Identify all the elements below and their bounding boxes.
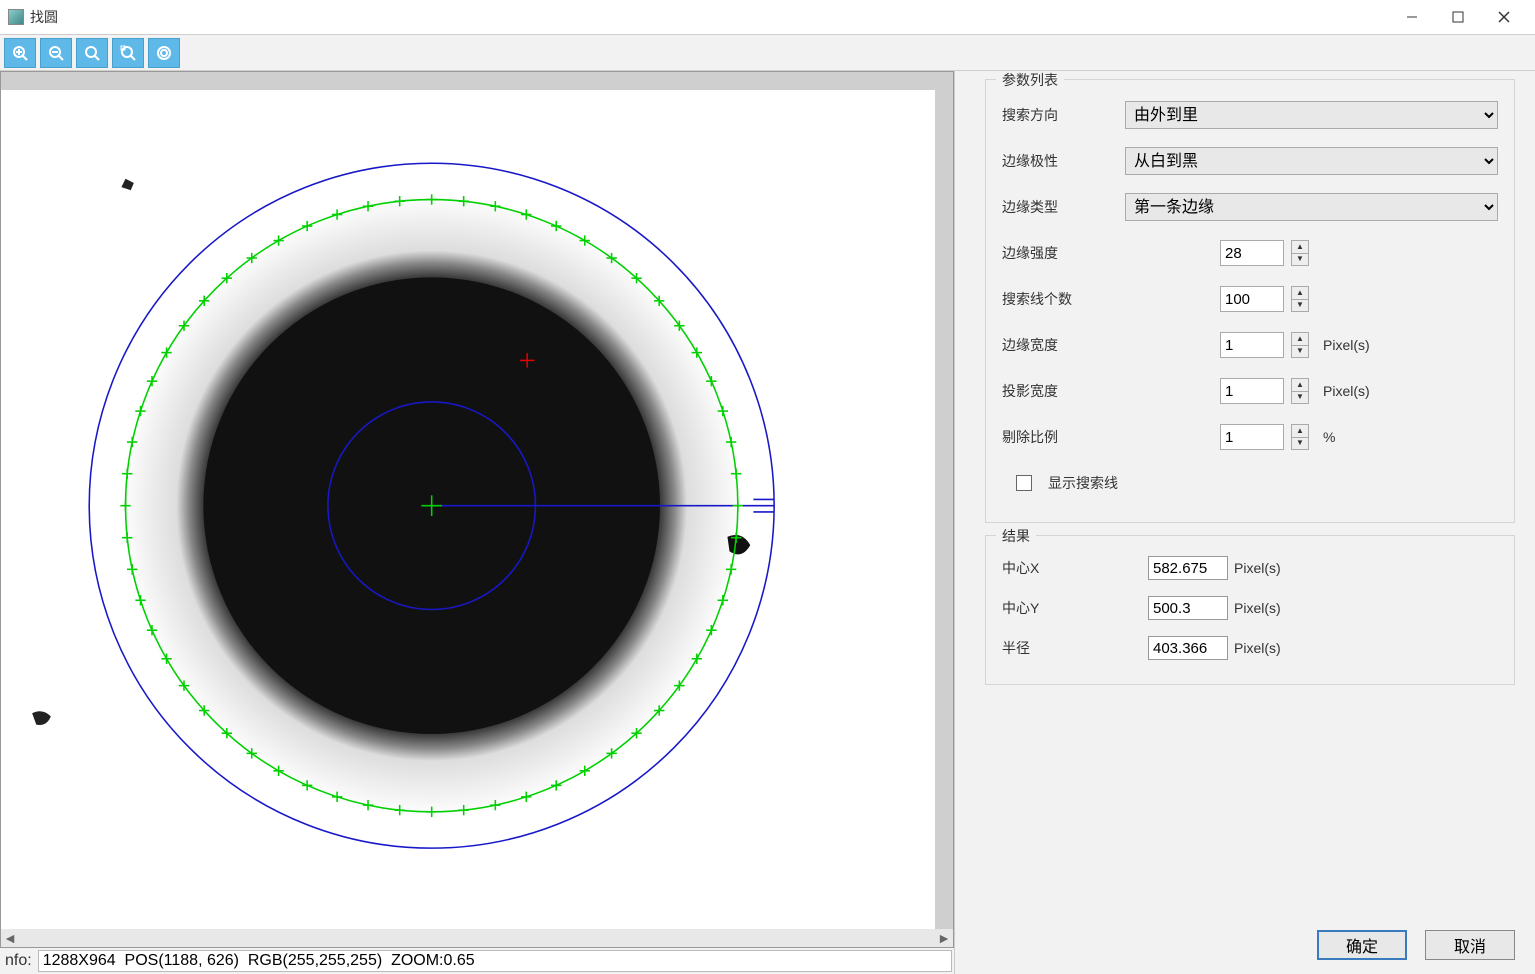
reject-ratio-spinner[interactable]: ▲▼ bbox=[1291, 424, 1309, 450]
radius-label: 半径 bbox=[1002, 638, 1142, 658]
proj-width-input[interactable] bbox=[1220, 378, 1284, 404]
ok-button[interactable]: 确定 bbox=[1317, 930, 1407, 960]
results-group-title: 结果 bbox=[996, 526, 1036, 546]
center-x-label: 中心X bbox=[1002, 558, 1142, 578]
edge-polarity-select[interactable]: 从白到黑 bbox=[1125, 147, 1498, 175]
maximize-button[interactable] bbox=[1435, 2, 1481, 32]
window-title: 找圆 bbox=[30, 7, 58, 27]
radius-value[interactable] bbox=[1148, 636, 1228, 660]
params-group: 参数列表 搜索方向 由外到里 边缘极性 从白到黑 边缘类型 第一条边缘 bbox=[985, 79, 1515, 523]
titlebar: 找圆 bbox=[0, 0, 1535, 35]
app-icon bbox=[8, 9, 24, 25]
edge-polarity-label: 边缘极性 bbox=[1002, 151, 1117, 171]
show-lines-checkbox[interactable] bbox=[1016, 475, 1032, 491]
status-info-field[interactable] bbox=[38, 950, 952, 972]
toolbar bbox=[0, 35, 1535, 71]
overlay-svg bbox=[1, 90, 935, 911]
status-label: nfo: bbox=[2, 952, 32, 970]
results-group: 结果 中心X Pixel(s) 中心Y Pixel(s) 半径 Pixel(s) bbox=[985, 535, 1515, 685]
line-count-spinner[interactable]: ▲▼ bbox=[1291, 286, 1309, 312]
center-y-value[interactable] bbox=[1148, 596, 1228, 620]
image-canvas[interactable] bbox=[1, 90, 935, 911]
params-group-title: 参数列表 bbox=[996, 71, 1064, 90]
edge-width-label: 边缘宽度 bbox=[1002, 335, 1212, 355]
canvas-panel: ◄ ► nfo: bbox=[0, 71, 955, 974]
line-count-input[interactable] bbox=[1220, 286, 1284, 312]
zoom-fit-icon[interactable] bbox=[112, 38, 144, 68]
close-button[interactable] bbox=[1481, 2, 1527, 32]
reject-ratio-input[interactable] bbox=[1220, 424, 1284, 450]
image-viewport[interactable]: ◄ ► bbox=[0, 71, 954, 948]
scroll-left-icon[interactable]: ◄ bbox=[1, 929, 19, 947]
main-area: ◄ ► nfo: 参数列表 搜索方向 由外到里 边缘极性 从白到黑 bbox=[0, 71, 1535, 974]
scroll-right-icon[interactable]: ► bbox=[935, 929, 953, 947]
zoom-in-icon[interactable] bbox=[4, 38, 36, 68]
search-dir-label: 搜索方向 bbox=[1002, 105, 1117, 125]
zoom-reset-icon[interactable] bbox=[148, 38, 180, 68]
side-panel: 参数列表 搜索方向 由外到里 边缘极性 从白到黑 边缘类型 第一条边缘 bbox=[955, 71, 1535, 974]
center-y-label: 中心Y bbox=[1002, 598, 1142, 618]
edge-width-unit: Pixel(s) bbox=[1323, 337, 1370, 353]
center-x-value[interactable] bbox=[1148, 556, 1228, 580]
horizontal-scrollbar[interactable]: ◄ ► bbox=[1, 929, 953, 947]
status-bar: nfo: bbox=[0, 948, 954, 974]
footer-buttons: 确定 取消 bbox=[985, 924, 1515, 966]
reject-ratio-label: 剔除比例 bbox=[1002, 427, 1212, 447]
edge-type-label: 边缘类型 bbox=[1002, 197, 1117, 217]
zoom-out-icon[interactable] bbox=[40, 38, 72, 68]
scrollbar-stub-top[interactable] bbox=[1, 72, 935, 90]
minimize-button[interactable] bbox=[1389, 2, 1435, 32]
show-lines-label: 显示搜索线 bbox=[1048, 473, 1118, 493]
proj-width-unit: Pixel(s) bbox=[1323, 383, 1370, 399]
edge-width-spinner[interactable]: ▲▼ bbox=[1291, 332, 1309, 358]
edge-width-input[interactable] bbox=[1220, 332, 1284, 358]
edge-type-select[interactable]: 第一条边缘 bbox=[1125, 193, 1498, 221]
cancel-button[interactable]: 取消 bbox=[1425, 930, 1515, 960]
search-dir-select[interactable]: 由外到里 bbox=[1125, 101, 1498, 129]
vertical-scrollbar[interactable] bbox=[935, 72, 953, 947]
center-y-unit: Pixel(s) bbox=[1234, 600, 1281, 616]
reject-ratio-unit: % bbox=[1323, 429, 1335, 445]
proj-width-label: 投影宽度 bbox=[1002, 381, 1212, 401]
line-count-label: 搜索线个数 bbox=[1002, 289, 1212, 309]
center-x-unit: Pixel(s) bbox=[1234, 560, 1281, 576]
edge-strength-spinner[interactable]: ▲▼ bbox=[1291, 240, 1309, 266]
edge-strength-label: 边缘强度 bbox=[1002, 243, 1212, 263]
radius-unit: Pixel(s) bbox=[1234, 640, 1281, 656]
zoom-area-icon[interactable] bbox=[76, 38, 108, 68]
edge-strength-input[interactable] bbox=[1220, 240, 1284, 266]
proj-width-spinner[interactable]: ▲▼ bbox=[1291, 378, 1309, 404]
